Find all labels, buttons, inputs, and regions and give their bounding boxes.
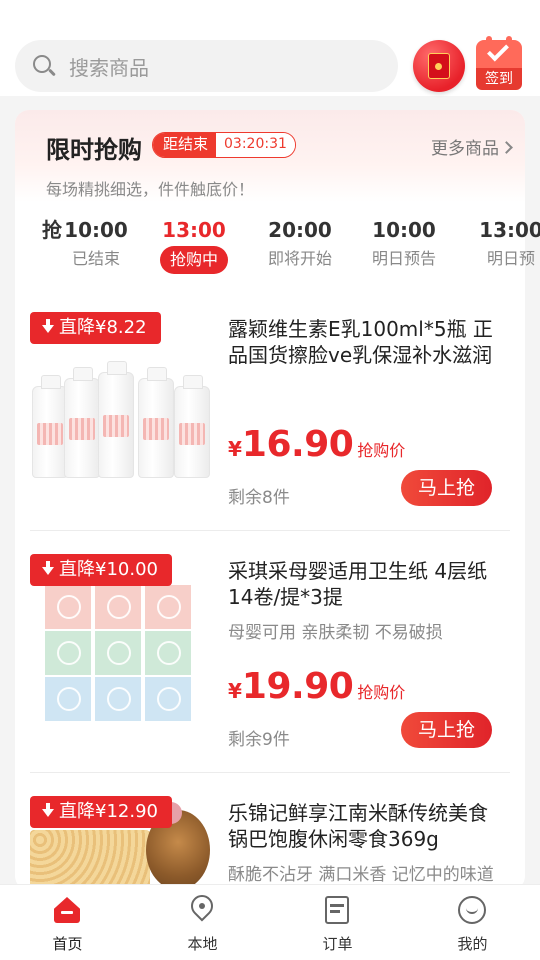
red-packet-button[interactable] xyxy=(413,40,465,92)
product-item[interactable]: 直降¥10.00 采琪采母婴适用卫生纸 4层纸14卷/提*3提 母婴可用 亲肤柔… xyxy=(30,554,510,750)
more-products-label: 更多商品 xyxy=(431,139,499,159)
arrow-down-icon xyxy=(42,319,54,333)
product-item[interactable]: 直降¥8.22 露颖维生素E乳100ml*5瓶 正品国货擦脸ve乳保湿补水滋润 … xyxy=(30,312,510,508)
top-bar: 搜索商品 签到 xyxy=(0,0,540,96)
search-bar[interactable]: 搜索商品 xyxy=(15,40,398,92)
flash-sale-subtitle: 每场精挑细选，件件触底价！ xyxy=(46,180,255,199)
flash-sale-header: 限时抢购 距结束 03:20:31 更多商品 每场精挑细选，件件触底价！ xyxy=(15,110,525,202)
profile-icon xyxy=(457,895,487,925)
arrow-down-icon xyxy=(42,803,54,817)
buy-now-button[interactable]: 马上抢 xyxy=(401,470,492,506)
home-icon xyxy=(52,895,82,925)
session-tab-active[interactable]: 13:00 抢购中 xyxy=(139,216,249,274)
countdown-time: 03:20:31 xyxy=(216,133,295,157)
session-tab[interactable]: 20:00 即将开始 xyxy=(245,216,355,270)
arrow-down-icon xyxy=(42,561,54,575)
bottom-nav: 首页 本地 订单 我的 xyxy=(0,884,540,960)
divider xyxy=(30,772,510,773)
product-name: 采琪采母婴适用卫生纸 4层纸14卷/提*3提 xyxy=(228,559,488,609)
product-tags: 酥脆不沾牙 满口米香 记忆中的味道 xyxy=(228,865,494,884)
nav-label: 本地 xyxy=(187,935,218,953)
price-drop-badge: 直降¥10.00 xyxy=(30,554,172,586)
nav-me[interactable]: 我的 xyxy=(405,885,540,960)
session-tab[interactable]: 10:00 已结束 xyxy=(41,216,151,270)
session-tabs: 抢 10:00 已结束 13:00 抢购中 20:00 即将开始 10:00 明… xyxy=(0,216,540,282)
product-price: ¥19.90 抢购价 xyxy=(228,666,406,707)
product-price: ¥16.90 抢购价 xyxy=(228,424,406,465)
red-envelope-icon xyxy=(428,53,450,79)
product-stock: 剩余9件 xyxy=(228,730,290,750)
countdown-badge: 距结束 03:20:31 xyxy=(152,132,296,158)
session-tab[interactable]: 10:00 明日预告 xyxy=(349,216,459,270)
nav-local[interactable]: 本地 xyxy=(135,885,270,960)
search-placeholder: 搜索商品 xyxy=(69,55,149,80)
divider xyxy=(30,530,510,531)
nav-label: 首页 xyxy=(52,935,83,953)
more-products-link[interactable]: 更多商品 xyxy=(431,134,513,159)
buy-now-button[interactable]: 马上抢 xyxy=(401,712,492,748)
nav-home[interactable]: 首页 xyxy=(0,885,135,960)
product-stock: 剩余8件 xyxy=(228,488,290,508)
product-item[interactable]: 直降¥12.90 乐锦记鲜享江南米酥传统美食锅巴饱腹休闲零食369g 酥脆不沾牙… xyxy=(30,796,510,884)
product-name: 露颖维生素E乳100ml*5瓶 正品国货擦脸ve乳保湿补水滋润 xyxy=(228,317,493,367)
nav-label: 订单 xyxy=(322,935,353,953)
product-tags: 母婴可用 亲肤柔韧 不易破损 xyxy=(228,623,443,643)
sign-in-button[interactable]: 签到 xyxy=(474,36,524,90)
session-tab[interactable]: 13:00 明日预 xyxy=(456,216,540,270)
order-icon xyxy=(322,895,352,925)
flash-sale-title: 限时抢购 xyxy=(46,136,142,164)
location-pin-icon xyxy=(186,890,218,925)
search-icon xyxy=(31,53,57,79)
sign-in-label: 签到 xyxy=(476,68,522,90)
nav-label: 我的 xyxy=(457,935,488,953)
product-name: 乐锦记鲜享江南米酥传统美食锅巴饱腹休闲零食369g xyxy=(228,801,488,851)
chevron-right-icon xyxy=(500,141,513,154)
price-drop-badge: 直降¥12.90 xyxy=(30,796,172,828)
price-drop-badge: 直降¥8.22 xyxy=(30,312,161,344)
countdown-label: 距结束 xyxy=(153,133,217,157)
nav-orders[interactable]: 订单 xyxy=(270,885,405,960)
